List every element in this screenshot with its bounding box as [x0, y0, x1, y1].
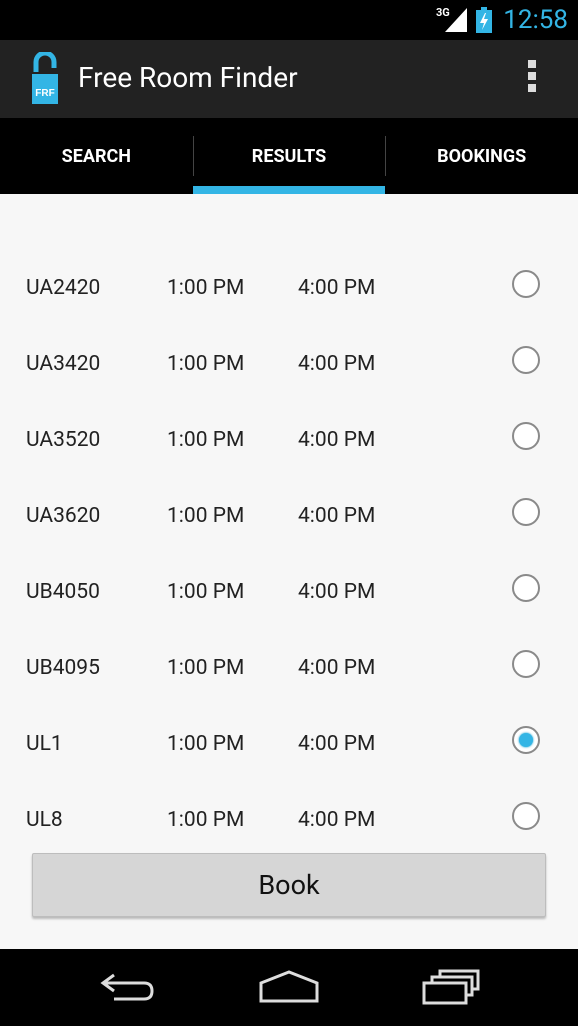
room-radio-button[interactable]	[512, 270, 540, 298]
end-time: 4:00 PM	[298, 732, 376, 756]
room-code: UA2420	[26, 276, 101, 300]
result-row[interactable]: UB4050 1:00 PM 4:00 PM	[0, 558, 578, 634]
room-code: UL8	[26, 808, 63, 832]
end-time: 4:00 PM	[298, 504, 376, 528]
room-code: UA3420	[26, 352, 101, 376]
start-time: 1:00 PM	[167, 504, 245, 528]
room-radio-button[interactable]	[512, 422, 540, 450]
clock: 12:58	[503, 5, 568, 35]
room-radio-button[interactable]	[512, 650, 540, 678]
tab-results[interactable]: RESULTS	[192, 118, 386, 194]
result-row[interactable]: UA3620 1:00 PM 4:00 PM	[0, 482, 578, 558]
logo-text: FRF	[35, 88, 54, 99]
start-time: 1:00 PM	[167, 808, 245, 832]
book-button[interactable]: Book	[32, 853, 546, 917]
signal-icon	[445, 8, 467, 32]
results-list: UA2420 1:00 PM 4:00 PM UA3420 1:00 PM 4:…	[0, 194, 578, 949]
room-radio-button[interactable]	[512, 498, 540, 526]
result-row[interactable]: UL1 1:00 PM 4:00 PM	[0, 710, 578, 786]
tab-search[interactable]: SEARCH	[0, 118, 193, 194]
end-time: 4:00 PM	[298, 656, 376, 680]
result-row[interactable]: UA2420 1:00 PM 4:00 PM	[0, 254, 578, 330]
result-row[interactable]: UL8 1:00 PM 4:00 PM	[0, 786, 578, 862]
room-code: UA3520	[26, 428, 101, 452]
room-radio-button[interactable]	[512, 802, 540, 830]
start-time: 1:00 PM	[167, 580, 245, 604]
app-title: Free Room Finder	[78, 61, 298, 94]
start-time: 1:00 PM	[167, 352, 245, 376]
battery-charging-icon	[476, 7, 492, 33]
end-time: 4:00 PM	[298, 276, 376, 300]
recent-apps-icon[interactable]	[422, 969, 480, 1005]
tab-bar: SEARCH RESULTS BOOKINGS	[0, 118, 578, 194]
start-time: 1:00 PM	[167, 276, 245, 300]
back-icon[interactable]	[100, 969, 156, 1005]
overflow-menu-icon[interactable]	[522, 60, 542, 100]
room-code: UA3620	[26, 504, 101, 528]
action-bar: FRF Free Room Finder	[0, 40, 578, 118]
status-bar: 3G 12:58	[0, 0, 578, 40]
end-time: 4:00 PM	[298, 428, 376, 452]
app-logo-icon: FRF	[32, 52, 58, 104]
home-icon[interactable]	[258, 969, 320, 1005]
result-row[interactable]: UA3520 1:00 PM 4:00 PM	[0, 406, 578, 482]
start-time: 1:00 PM	[167, 656, 245, 680]
start-time: 1:00 PM	[167, 732, 245, 756]
end-time: 4:00 PM	[298, 580, 376, 604]
start-time: 1:00 PM	[167, 428, 245, 452]
room-code: UB4095	[26, 656, 100, 680]
room-code: UL1	[26, 732, 63, 756]
tab-bookings-label: BOOKINGS	[437, 145, 527, 167]
tab-bookings[interactable]: BOOKINGS	[385, 118, 578, 194]
room-radio-button[interactable]	[512, 726, 540, 754]
tab-results-label: RESULTS	[251, 145, 327, 167]
tab-search-label: SEARCH	[61, 145, 131, 167]
room-radio-button[interactable]	[512, 574, 540, 602]
result-row[interactable]: UB4095 1:00 PM 4:00 PM	[0, 634, 578, 710]
end-time: 4:00 PM	[298, 352, 376, 376]
end-time: 4:00 PM	[298, 808, 376, 832]
room-radio-button[interactable]	[512, 346, 540, 374]
navigation-bar	[0, 949, 578, 1026]
room-code: UB4050	[26, 580, 100, 604]
result-row[interactable]: UA3420 1:00 PM 4:00 PM	[0, 330, 578, 406]
